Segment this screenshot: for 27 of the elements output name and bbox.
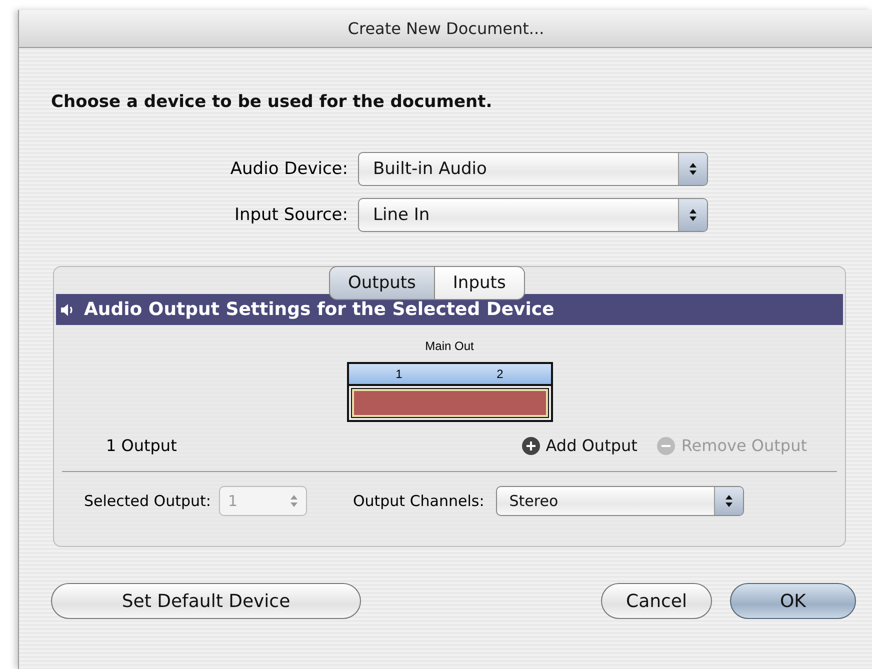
popup-menu[interactable]: Built-in Audio (358, 152, 708, 186)
push-button[interactable]: Cancel (601, 583, 712, 619)
popup-label: Input Source: (233, 205, 348, 225)
output-map-title: Main Out (425, 339, 474, 353)
output-count: 1 Output (106, 436, 177, 455)
section-title: Audio Output Settings for the Selected Device (84, 299, 554, 320)
instruction-heading: Choose a device to be used for the document. (51, 92, 494, 112)
channel-number: 1 (396, 367, 402, 381)
popup-menu[interactable]: Stereo (496, 486, 744, 516)
selected-output-label: Selected Output: (84, 492, 211, 510)
plus-icon (522, 436, 540, 454)
tab[interactable]: Outputs (329, 266, 435, 300)
channel-number: 2 (496, 367, 504, 381)
popup-label: Audio Device: (229, 159, 348, 179)
stepper-arrows-icon (678, 153, 707, 185)
push-button[interactable]: OK (730, 583, 856, 619)
minus-icon (657, 436, 676, 454)
output-channels-label: Output Channels: (352, 492, 484, 510)
popup-menu[interactable]: Line In (358, 198, 708, 232)
output-assignment-bar[interactable] (352, 389, 548, 417)
stepper-arrows-icon (714, 487, 744, 515)
stepper-arrows-icon (290, 494, 298, 508)
window-title: Create New Document... (348, 19, 544, 38)
tab[interactable]: Inputs (434, 266, 525, 300)
action-button[interactable]: Add Output (522, 436, 638, 455)
stepper-arrows-icon (678, 199, 707, 231)
push-button[interactable]: Set Default Device (51, 583, 361, 619)
